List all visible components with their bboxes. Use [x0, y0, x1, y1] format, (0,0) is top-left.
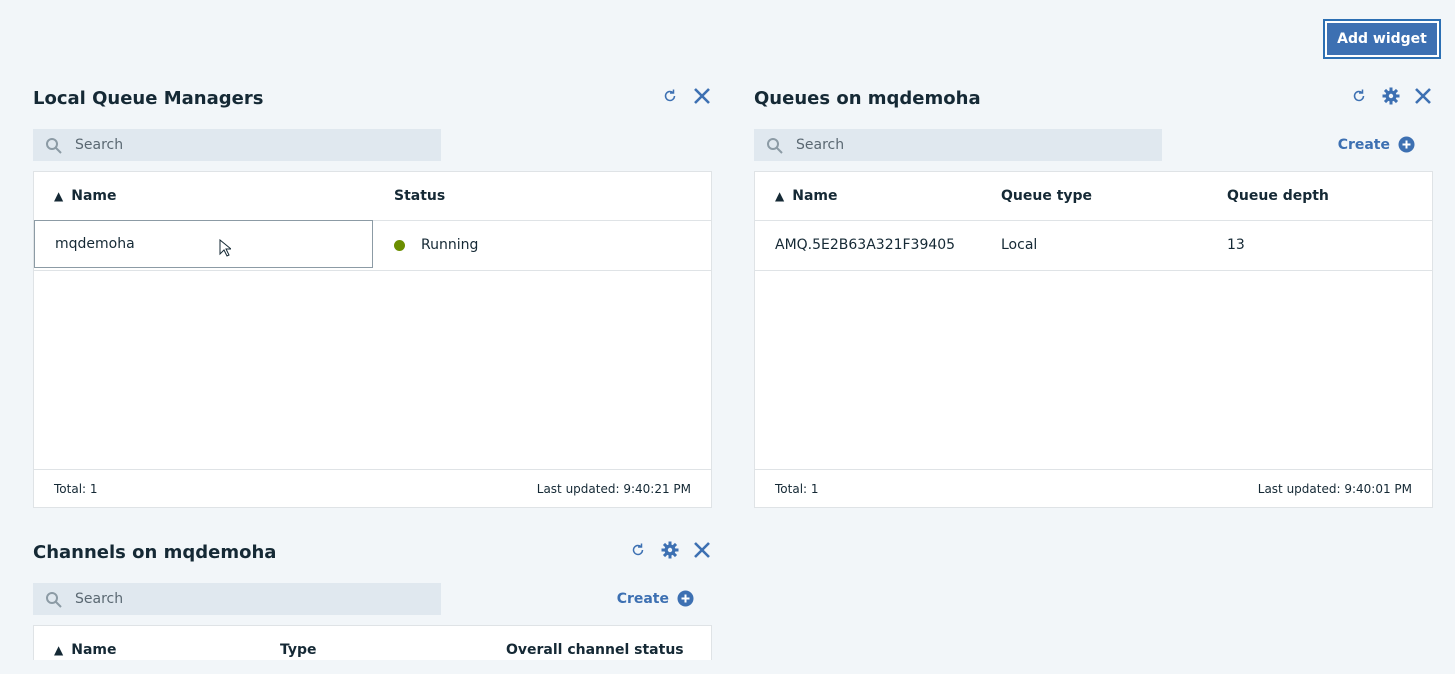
column-label: Name: [792, 188, 838, 204]
column-label: Type: [280, 642, 317, 658]
refresh-icon[interactable]: [1349, 86, 1369, 106]
create-button[interactable]: Create: [1338, 136, 1415, 153]
last-updated: Last updated: 9:40:01 PM: [1257, 481, 1412, 496]
close-icon[interactable]: [692, 86, 712, 106]
cell-queue-type: Local: [1001, 237, 1038, 253]
widget-actions: [660, 86, 712, 106]
status-running-icon: [394, 239, 405, 251]
column-header-name[interactable]: ▲ Name: [54, 172, 116, 220]
table-footer: Total: 1 Last updated: 9:40:01 PM: [755, 469, 1432, 507]
table-row[interactable]: mqdemoha Running: [34, 220, 711, 271]
queue-manager-name: mqdemoha: [55, 236, 135, 252]
widget-actions: [628, 540, 712, 560]
widget-queues: Queues on mqdemoha Create ▲ Name Queue t…: [754, 86, 1433, 508]
status-text: Running: [421, 237, 479, 253]
last-updated: Last updated: 9:40:21 PM: [536, 481, 691, 496]
cell-queue-depth: 13: [1227, 237, 1245, 253]
refresh-icon[interactable]: [660, 86, 680, 106]
widget-title: Local Queue Managers: [33, 88, 264, 109]
total-count: Total: 1: [775, 481, 819, 496]
queues-table: ▲ Name Queue type Queue depth AMQ.5E2B63…: [754, 171, 1433, 508]
cell-name: AMQ.5E2B63A321F39405: [775, 237, 956, 253]
total-count: Total: 1: [54, 481, 98, 496]
add-circle-icon: [1398, 136, 1415, 153]
create-label: Create: [1337, 136, 1390, 153]
add-widget-label: Add widget: [1327, 23, 1437, 55]
column-header-queue-type[interactable]: Queue type: [1001, 172, 1092, 220]
create-label: Create: [616, 590, 669, 607]
create-button[interactable]: Create: [617, 590, 694, 607]
column-header-type[interactable]: Type: [280, 626, 317, 674]
gear-icon[interactable]: [1381, 86, 1401, 106]
widget-title: Queues on mqdemoha: [754, 88, 981, 109]
column-label: Queue depth: [1227, 188, 1329, 204]
column-header-queue-depth[interactable]: Queue depth: [1227, 172, 1329, 220]
add-widget-button[interactable]: Add widget: [1323, 19, 1441, 59]
column-label: Name: [71, 642, 117, 658]
column-label: Status: [394, 188, 446, 204]
table-footer: Total: 1 Last updated: 9:40:21 PM: [34, 469, 711, 507]
cell-name[interactable]: mqdemoha: [34, 220, 373, 268]
column-header-name[interactable]: ▲ Name: [775, 172, 837, 220]
column-header-status[interactable]: Status: [394, 172, 445, 220]
search-input[interactable]: [794, 136, 1162, 154]
search-field: [33, 583, 441, 615]
channels-table: ▲ Name Type Overall channel status: [33, 625, 712, 660]
gear-icon[interactable]: [660, 540, 680, 560]
search-input[interactable]: [73, 590, 441, 608]
column-header-name[interactable]: ▲ Name: [54, 626, 116, 674]
search-icon: [767, 138, 783, 154]
column-label: Queue type: [1001, 188, 1093, 204]
search-icon: [46, 592, 62, 608]
widget-title: Channels on mqdemoha: [33, 542, 277, 563]
widget-channels: Channels on mqdemoha Create ▲ Name Type: [33, 540, 712, 660]
sort-ascending-icon: ▲: [54, 189, 64, 203]
add-circle-icon: [677, 590, 694, 607]
refresh-icon[interactable]: [628, 540, 648, 560]
mouse-cursor-icon: [219, 239, 231, 257]
column-label: Name: [71, 188, 117, 204]
sort-ascending-icon: ▲: [775, 189, 785, 203]
search-input[interactable]: [73, 136, 441, 154]
column-header-overall-status[interactable]: Overall channel status: [506, 626, 684, 674]
table-header: ▲ Name Status: [34, 172, 711, 221]
queue-managers-table: ▲ Name Status mqdemoha Running Total: 1 …: [33, 171, 712, 508]
search-field: [754, 129, 1162, 161]
close-icon[interactable]: [692, 540, 712, 560]
widget-actions: [1349, 86, 1433, 106]
cell-status: Running: [394, 220, 478, 270]
search-icon: [46, 138, 62, 154]
search-field: [33, 129, 441, 161]
widget-local-queue-managers: Local Queue Managers ▲ Name Status mqdem…: [33, 88, 712, 508]
sort-ascending-icon: ▲: [54, 643, 64, 657]
column-label: Overall channel status: [506, 642, 684, 658]
table-row[interactable]: AMQ.5E2B63A321F39405 Local 13: [755, 220, 1432, 271]
table-header: ▲ Name Queue type Queue depth: [755, 172, 1432, 221]
close-icon[interactable]: [1413, 86, 1433, 106]
table-header: ▲ Name Type Overall channel status: [34, 626, 711, 674]
